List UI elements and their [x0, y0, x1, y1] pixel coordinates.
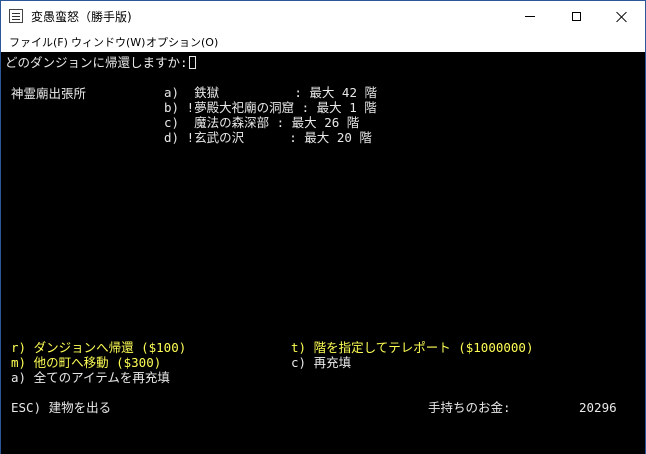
app-icon[interactable] [9, 9, 23, 23]
command-exit[interactable]: ESC) 建物を出る [11, 400, 111, 415]
command-recall[interactable]: r) ダンジョンへ帰還 ($100) [11, 340, 186, 355]
dungeon-option-d[interactable]: d) !玄武の沢 : 最大 20 階 [164, 130, 372, 145]
dungeon-option-b[interactable]: b) !夢殿大祀廟の洞窟 : 最大 1 階 [164, 100, 377, 115]
gold-value: 20296 [579, 400, 617, 415]
window-title: 変愚蛮怒（勝手版) [31, 10, 132, 24]
command-recharge[interactable]: c) 再充填 [291, 355, 351, 370]
prompt-line: どのダンジョンに帰還しますか: [5, 55, 196, 70]
text-cursor [188, 56, 196, 69]
menu-window[interactable]: ウィンドウ(W) [71, 34, 145, 50]
maximize-icon [571, 12, 581, 21]
prompt-text: どのダンジョンに帰還しますか: [5, 55, 188, 70]
dungeon-option-c[interactable]: c) 魔法の森深部 : 最大 26 階 [164, 115, 359, 130]
menu-options[interactable]: オプション(O) [146, 34, 218, 50]
command-teleport-level[interactable]: t) 階を指定してテレポート ($1000000) [291, 340, 534, 355]
close-icon [616, 11, 628, 23]
dungeon-option-a[interactable]: a) 鉄獄 : 最大 42 階 [164, 85, 377, 100]
app-window: 変愚蛮怒（勝手版) ファイル(F) ウィンドウ(W) オプション(O) どのダン… [0, 0, 646, 454]
command-recharge-all[interactable]: a) 全てのアイテムを再充填 [11, 370, 170, 385]
menu-bar: ファイル(F) ウィンドウ(W) オプション(O) [1, 32, 645, 52]
menu-file[interactable]: ファイル(F) [9, 34, 68, 50]
minimize-button[interactable] [507, 1, 553, 32]
location-name: 神霊廟出張所 [11, 86, 87, 101]
maximize-button[interactable] [553, 1, 599, 32]
command-move-town[interactable]: m) 他の町へ移動 ($300) [11, 355, 161, 370]
close-button[interactable] [599, 1, 645, 32]
gold-label: 手持ちのお金: [428, 400, 511, 415]
terminal-screen[interactable]: どのダンジョンに帰還しますか: 神霊廟出張所 a) 鉄獄 : 最大 42 階 b… [1, 52, 645, 454]
minimize-icon [525, 16, 535, 17]
title-bar[interactable]: 変愚蛮怒（勝手版) [1, 1, 645, 32]
